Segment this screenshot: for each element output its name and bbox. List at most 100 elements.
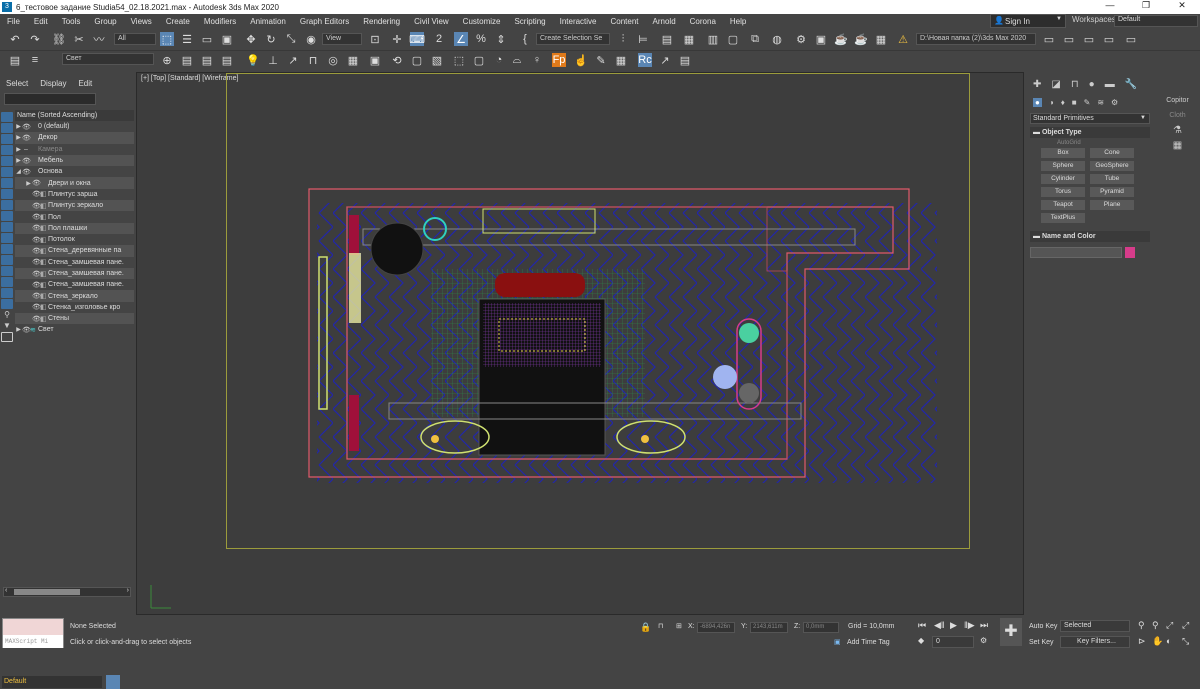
teapot-icon[interactable]: ⌓ (510, 53, 524, 67)
align-icon[interactable]: ⊨ (636, 32, 650, 46)
scroll-left-icon[interactable]: ‹ (5, 587, 7, 594)
eye-icon[interactable]: 👁 (32, 202, 41, 210)
geometry-category-icon[interactable]: ● (1033, 98, 1042, 107)
snaps-toggle-icon[interactable]: 2 (432, 32, 446, 46)
layer-explorer-button[interactable] (106, 675, 120, 689)
x-coordinate-field[interactable]: -6894,426n (697, 622, 735, 633)
play-icon[interactable]: ▶ (950, 620, 957, 631)
expand-arrow-icon[interactable]: ▶ (15, 134, 22, 141)
filter-xrefs-icon[interactable] (1, 189, 13, 199)
tree-row[interactable]: 👁 ◧ Плинтус зеркало (15, 200, 134, 212)
lights-category-icon[interactable]: ♦ (1061, 98, 1065, 107)
tree-row[interactable]: 👁 ◧ Стена_деревянные па (15, 245, 134, 257)
rivet-icon[interactable]: ⊥ (266, 53, 280, 67)
material-editor-icon[interactable]: ◍ (770, 32, 784, 46)
named-selection-dropdown[interactable]: Create Selection Se (536, 33, 610, 45)
eye-hidden-icon[interactable]: – (22, 146, 30, 153)
tree-row[interactable]: 👁 ◧ Стенка_изголовье кро (15, 302, 134, 313)
eye-icon[interactable]: 👁 (32, 270, 41, 278)
minimize-icon[interactable]: — (1092, 0, 1128, 11)
menu-views[interactable]: Views (124, 17, 159, 26)
add-key-icon[interactable]: ✚ (1000, 618, 1022, 646)
tree-row[interactable]: ▶ – Камера (15, 144, 134, 155)
rotate-icon[interactable]: ↻ (264, 32, 278, 46)
eye-icon[interactable]: 👁 (32, 292, 41, 300)
filter-lights-icon[interactable] (1, 134, 13, 144)
unlink-icon[interactable]: ✂ (72, 32, 86, 46)
tree-row[interactable]: ▶ 👁 Двери и окна (15, 177, 134, 189)
filter-invert-icon[interactable] (1, 266, 13, 276)
display-dependents-icon[interactable] (1, 299, 13, 309)
create-tab-icon[interactable]: ✚ (1033, 79, 1041, 90)
plane-button[interactable]: Plane (1090, 200, 1134, 210)
window-crossing-icon[interactable]: ▣ (220, 32, 234, 46)
tree-row[interactable]: 👁 ◧ Стена_зеркало (15, 290, 134, 302)
menu-customize[interactable]: Customize (456, 17, 508, 26)
sphere-button[interactable]: Sphere (1041, 161, 1085, 171)
menu-corona[interactable]: Corona (683, 17, 723, 26)
toolbar-panel-icon[interactable]: ▤ (8, 53, 22, 67)
tube-button[interactable]: Tube (1090, 174, 1134, 184)
rc-logo[interactable]: Rc (638, 53, 652, 67)
go-to-end-icon[interactable]: ⏭ (980, 620, 988, 631)
eye-icon[interactable]: 👁 (32, 247, 41, 255)
selection-filter-dropdown[interactable]: All (114, 33, 156, 45)
wrench-icon[interactable]: ✎ (594, 53, 608, 67)
tree-row[interactable]: ▶ 👁 Мебель (15, 154, 134, 167)
filter-spacewarps-icon[interactable] (1, 167, 13, 177)
box-icon[interactable]: ▣ (368, 53, 382, 67)
scene-search-input[interactable] (4, 93, 96, 105)
tool-pointer-icon[interactable]: ☝ (574, 53, 588, 67)
name-and-color-rollout[interactable]: ▬ Name and Color (1030, 231, 1150, 242)
tree-row[interactable]: 👁 ◧ Стена_замшевая пане. (15, 279, 134, 290)
maximize-viewport-icon[interactable]: ⤡ (1182, 636, 1189, 647)
move-icon[interactable]: ✥ (244, 32, 258, 46)
z-coordinate-field[interactable]: 0,0mm (803, 622, 839, 633)
rendered-frame-icon[interactable]: ▣ (814, 32, 828, 46)
contour-icon[interactable]: ▢ (472, 53, 486, 67)
cylinder-button[interactable]: Cylinder (1041, 174, 1085, 184)
menu-animation[interactable]: Animation (243, 17, 293, 26)
menu-interactive[interactable]: Interactive (553, 17, 604, 26)
clone-icon[interactable]: ▢ (410, 53, 424, 67)
set-key-button[interactable]: Set Key (1029, 639, 1054, 646)
tree-row[interactable]: 👁 ◧ Стена_замшевая пане. (15, 267, 134, 280)
lamp-icon[interactable]: ♀ (530, 53, 544, 67)
toolbar-extra-icon-1[interactable]: ▭ (1082, 32, 1096, 46)
close-icon[interactable]: ✕ (1164, 0, 1200, 11)
primitive-type-dropdown[interactable]: Standard Primitives ▼ (1030, 113, 1150, 124)
current-layer-dropdown[interactable]: Свет (62, 53, 154, 65)
redo-icon[interactable]: ↷ (28, 32, 42, 46)
eye-icon[interactable]: 👁 (32, 179, 41, 187)
geosphere-button[interactable]: GeoSphere (1090, 161, 1134, 171)
zoom-icon[interactable]: ⚲ (1138, 620, 1145, 631)
tree-row[interactable]: 👁 ◧ Стены (15, 313, 134, 325)
menu-civil-view[interactable]: Civil View (407, 17, 456, 26)
table-icon[interactable]: ▦ (614, 53, 628, 67)
tab-select[interactable]: Select (0, 79, 34, 88)
key-filters-button[interactable]: Key Filters... (1060, 636, 1130, 648)
eye-icon[interactable]: 👁 (32, 281, 41, 289)
tree-row[interactable]: 👁 ◧ Стена_замшевая пане. (15, 257, 134, 268)
schematic-view-icon[interactable]: ⧉ (748, 32, 762, 46)
sign-in-button[interactable]: 👤 Sign In ▼ (990, 14, 1066, 28)
object-name-input[interactable] (1030, 246, 1122, 258)
eye-icon[interactable]: 👁 (22, 134, 31, 142)
select-by-name-icon[interactable]: ☰ (180, 32, 194, 46)
reference-coordinate-dropdown[interactable]: View (322, 33, 362, 45)
cloth-tool-icon[interactable]: ⚗ (1155, 125, 1200, 136)
current-frame-field[interactable]: 0 (932, 636, 974, 648)
spacewarps-category-icon[interactable]: ≋ (1097, 98, 1104, 107)
eye-icon[interactable]: 👁 (22, 326, 31, 334)
object-type-rollout[interactable]: ▬ Object Type (1030, 127, 1150, 138)
pivot-icon[interactable]: ⊡ (368, 32, 382, 46)
light-bulb-icon[interactable]: 💡 (246, 53, 260, 67)
motion-tab-icon[interactable]: ● (1089, 79, 1095, 90)
filter-groups-icon[interactable] (1, 178, 13, 188)
expand-arrow-icon[interactable]: ▶ (25, 180, 32, 187)
menu-rendering[interactable]: Rendering (356, 17, 407, 26)
eye-icon[interactable]: 👁 (32, 236, 41, 244)
undo-icon[interactable]: ↶ (8, 32, 22, 46)
tree-row[interactable]: ◢ 👁 Основа (15, 166, 134, 177)
tree-row[interactable]: ▶ 👁 ≋ Свет (15, 324, 134, 335)
